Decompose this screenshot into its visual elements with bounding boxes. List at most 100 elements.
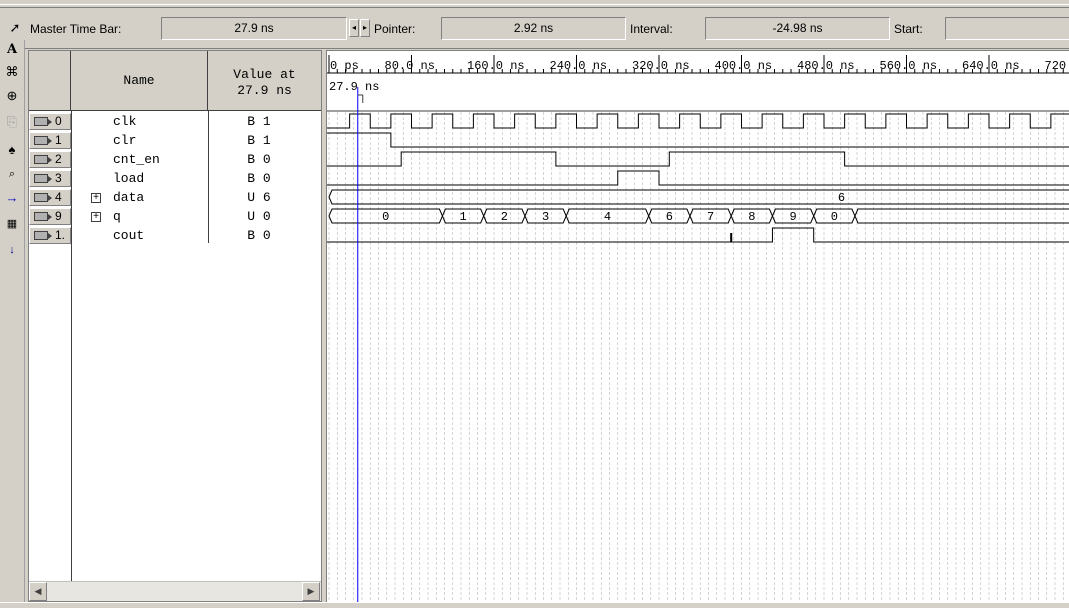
signal-index-label: 4 [55,190,62,204]
cout-waveform [327,227,1069,243]
signal-name-3[interactable]: load [113,171,144,186]
signal-index-label: 1. [55,228,66,242]
name-column-header[interactable]: Name [71,51,208,111]
master-time-bar-field[interactable]: 27.9 ns [161,17,347,40]
signal-list-hscroll[interactable]: ◀ ▶ [29,581,321,601]
master-time-bar-label: Master Time Bar: [30,22,122,36]
waveform-toolbar: A ⌘ ⊕ ⎘ ♠ ⌕ → ▦ ↓ [0,40,25,608]
signal-index-1[interactable]: 1 [29,132,71,149]
signal-index-2[interactable]: 2 [29,151,71,168]
group-icon[interactable]: ▦ [2,214,22,234]
signal-index-label: 0 [55,114,62,128]
q-bus-value: 3 [542,210,549,224]
find-next-icon[interactable]: ⌕ [2,164,22,184]
window-top-edge [0,0,1069,8]
signal-index-label: 9 [55,209,62,223]
q-bus-value: 8 [748,210,755,224]
signal-list-header: Name Value at 27.9 ns [29,51,321,111]
signal-index-5[interactable]: 9 [29,208,71,225]
signal-value-2: B 0 [247,152,271,167]
signal-name-0[interactable]: clk [113,114,136,129]
pin-icon [34,155,52,164]
q-bus-value: 0 [831,210,838,224]
ruler-tick-label: 80.0 ns [385,59,435,73]
ruler-tick-label: 640.0 ns [962,59,1020,73]
value-column-header-line2: 27.9 ns [237,83,292,98]
interval-label: Interval: [630,22,673,36]
ruler-tick-label: 160.0 ns [467,59,525,73]
ruler-tick-label: 240.0 ns [550,59,608,73]
q-bus-value: 1 [459,210,466,224]
signal-value-1: B 1 [247,133,271,148]
time-ruler [327,51,1069,111]
clk-waveform [327,113,1069,129]
signal-name-1[interactable]: clr [113,133,136,148]
expand-plus-icon[interactable]: + [91,212,101,222]
q-bus-value: 6 [666,210,673,224]
signal-value-0: B 1 [247,114,271,129]
signal-value-5: U 0 [247,209,271,224]
data-bus-value: 6 [838,191,845,205]
ruler-tick-label: 0 ps [330,59,359,73]
start-label: Start: [894,22,923,36]
ruler-tick-label: 320.0 ns [632,59,690,73]
q-bus-segment [854,208,1069,224]
signal-index-4[interactable]: 4 [29,189,71,206]
q-bus-value: 7 [707,210,714,224]
cnt-en-waveform [327,151,1069,167]
start-field[interactable] [945,17,1069,40]
signal-index-3[interactable]: 3 [29,170,71,187]
selection-arrow-icon[interactable]: ➚ [5,18,25,38]
signal-value-6: B 0 [247,228,271,243]
signal-index-label: 2 [55,152,62,166]
signal-name-6[interactable]: cout [113,228,144,243]
sort-az-icon[interactable]: ↓ [2,240,22,260]
scroll-right-button[interactable]: ▶ [302,582,320,601]
q-bus-value: 4 [604,210,611,224]
expand-plus-icon[interactable]: + [91,193,101,203]
q-bus-value: 2 [501,210,508,224]
pointer-label: Pointer: [374,22,416,36]
signal-name-5[interactable]: q [113,209,121,224]
goto-arrow-icon[interactable]: → [2,188,22,208]
index-column-header [29,51,71,111]
copy-icon[interactable]: ⎘ [2,112,22,132]
load-waveform [327,170,1069,186]
signal-value-4: U 6 [247,190,271,205]
signal-list-panel: Name Value at 27.9 ns 0 clk B 1 1 clr B 1 2 cnt… [28,50,322,602]
value-column-divider [208,111,209,243]
pin-icon [34,231,52,240]
zoom-icon[interactable]: ⊕ [2,86,22,106]
signal-name-2[interactable]: cnt_en [113,152,160,167]
signal-index-0[interactable]: 0 [29,113,71,130]
signal-value-3: B 0 [247,171,271,186]
ruler-tick-label: 720. [1045,59,1069,73]
text-tool-icon[interactable]: A [2,40,22,60]
signal-index-6[interactable]: 1. [29,227,71,244]
master-time-bar-right-button[interactable]: ▸ [360,19,370,37]
value-column-header-line1: Value at [233,67,296,82]
waveform-view[interactable]: 0 ps 80.0 ns 160.0 ns 240.0 ns 320.0 ns 400.0… [326,50,1069,602]
pin-icon [34,212,52,221]
pin-icon [34,117,52,126]
ruler-tick-label: 480.0 ns [797,59,855,73]
signal-index-label: 3 [55,171,62,185]
clr-waveform [327,132,1069,148]
name-column-divider [71,111,72,581]
ruler-tick-label: 560.0 ns [880,59,938,73]
pin-icon [34,136,52,145]
pointer-field: 2.92 ns [441,17,626,40]
master-time-bar-left-button[interactable]: ◂ [349,19,359,37]
pin-icon [34,174,52,183]
bottom-edge [0,602,1069,608]
value-column-header[interactable]: Value at 27.9 ns [208,51,321,111]
scroll-left-button[interactable]: ◀ [29,582,47,601]
pin-icon [34,193,52,202]
time-bar-header: ➚ Master Time Bar: 27.9 ns ◂ ▸ Pointer: … [0,9,1069,49]
find-binoculars-icon[interactable]: ♠ [2,140,22,160]
signal-name-4[interactable]: data [113,190,144,205]
q-bus-value: 9 [789,210,796,224]
q-bus-value: 0 [382,210,389,224]
data-bus-segment [328,189,1069,205]
waveform-edit-icon[interactable]: ⌘ [2,62,22,82]
